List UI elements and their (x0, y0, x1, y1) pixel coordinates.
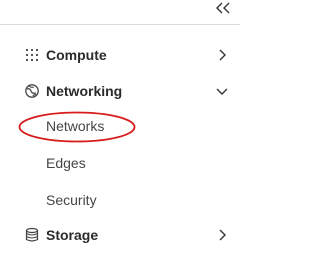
nav-group-networking[interactable]: Networking (0, 76, 240, 106)
collapse-sidebar-button[interactable] (214, 0, 232, 16)
nav-group-storage[interactable]: Storage (0, 220, 240, 250)
nav-group-compute[interactable]: Compute (0, 40, 240, 70)
nav-item-security[interactable]: Security (0, 186, 240, 214)
database-icon (24, 227, 40, 243)
nav-item-label: Security (46, 192, 97, 208)
chevron-down-icon (214, 83, 230, 99)
nav-item-label: Networks (46, 118, 105, 134)
nav-group-label: Networking (46, 83, 123, 99)
double-chevron-left-icon (215, 2, 231, 14)
nav-group-label: Compute (46, 47, 107, 63)
sidebar-topbar (0, 0, 240, 24)
nav-group-label: Storage (46, 227, 99, 243)
chevron-right-icon (214, 227, 230, 243)
top-divider (0, 24, 240, 25)
network-globe-icon (24, 83, 40, 99)
nav-item-edges[interactable]: Edges (0, 149, 240, 177)
chevron-right-icon (214, 47, 230, 63)
nav-item-networks[interactable]: Networks (0, 112, 240, 140)
grid-dots-icon (24, 47, 40, 63)
nav-item-label: Edges (46, 155, 86, 171)
